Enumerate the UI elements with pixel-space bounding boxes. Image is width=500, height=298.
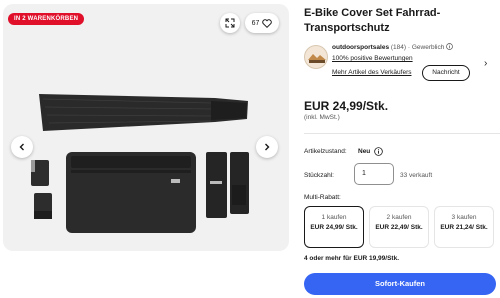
- multi-buy-tier-1[interactable]: 1 kaufen EUR 24,99/ Stk.: [304, 206, 364, 248]
- contact-seller-button[interactable]: Nachricht: [422, 65, 470, 81]
- seller-name[interactable]: outdoorsportsales: [332, 44, 389, 51]
- tier-quantity: 1 kaufen: [321, 214, 347, 221]
- product-image[interactable]: [25, 85, 260, 235]
- item-price: EUR 24,99/Stk.: [304, 99, 389, 113]
- condition-value: Neu: [358, 148, 371, 155]
- vat-note: (inkl. MwSt.): [304, 114, 340, 121]
- multi-buy-tier-3[interactable]: 3 kaufen EUR 21,24/ Stk.: [434, 206, 494, 248]
- quantity-input[interactable]: 1: [354, 163, 394, 185]
- tier-price: EUR 21,24/ Stk.: [440, 224, 488, 231]
- sold-count: 33 verkauft: [400, 172, 433, 179]
- tier-quantity: 2 kaufen: [386, 214, 412, 221]
- divider: [304, 133, 500, 134]
- seller-avatar[interactable]: [304, 45, 328, 69]
- buy-now-button[interactable]: Sofort-Kaufen: [304, 273, 496, 295]
- cart-count-badge: IN 2 WARENKÖRBEN: [8, 13, 85, 25]
- seller-feedback-count: (184): [390, 44, 407, 51]
- tier-price: EUR 24,99/ Stk.: [310, 224, 358, 231]
- product-info: E-Bike Cover Set Fahrrad-Transportschutz…: [304, 0, 500, 298]
- product-title: E-Bike Cover Set Fahrrad-Transportschutz: [304, 7, 441, 34]
- watch-button[interactable]: 67: [245, 13, 279, 33]
- seller-chevron-right-icon[interactable]: ›: [484, 58, 487, 69]
- seller-name-line: outdoorsportsales (184) · Gewerblich: [332, 43, 453, 51]
- more-items-link[interactable]: Mehr Artikel des Verkäufers: [332, 69, 411, 76]
- tier-price: EUR 22,49/ Stk.: [375, 224, 423, 231]
- quantity-label: Stückzahl:: [304, 172, 334, 179]
- bulk-discount-note: 4 oder mehr für EUR 19,99/Stk.: [304, 255, 400, 262]
- expand-image-button[interactable]: [220, 13, 240, 33]
- info-icon[interactable]: [446, 43, 453, 50]
- tier-quantity: 3 kaufen: [451, 214, 477, 221]
- multi-buy-label: Multi-Rabatt:: [304, 194, 341, 201]
- heart-icon: [262, 18, 273, 28]
- chevron-right-icon: [265, 143, 270, 151]
- condition-label: Artikelzustand:: [304, 148, 347, 155]
- multi-buy-tier-2[interactable]: 2 kaufen EUR 22,49/ Stk.: [369, 206, 429, 248]
- seller-section: outdoorsportsales (184) · Gewerblich 100…: [304, 40, 500, 84]
- seller-logo-icon: [308, 54, 326, 63]
- expand-icon: [225, 18, 235, 28]
- seller-type: · Gewerblich: [407, 44, 445, 51]
- positive-feedback-link[interactable]: 100% positive Bewertungen: [332, 55, 413, 62]
- image-gallery: IN 2 WARENKÖRBEN 67: [0, 0, 292, 298]
- watch-count: 67: [251, 19, 260, 27]
- condition-info-icon[interactable]: [374, 147, 383, 156]
